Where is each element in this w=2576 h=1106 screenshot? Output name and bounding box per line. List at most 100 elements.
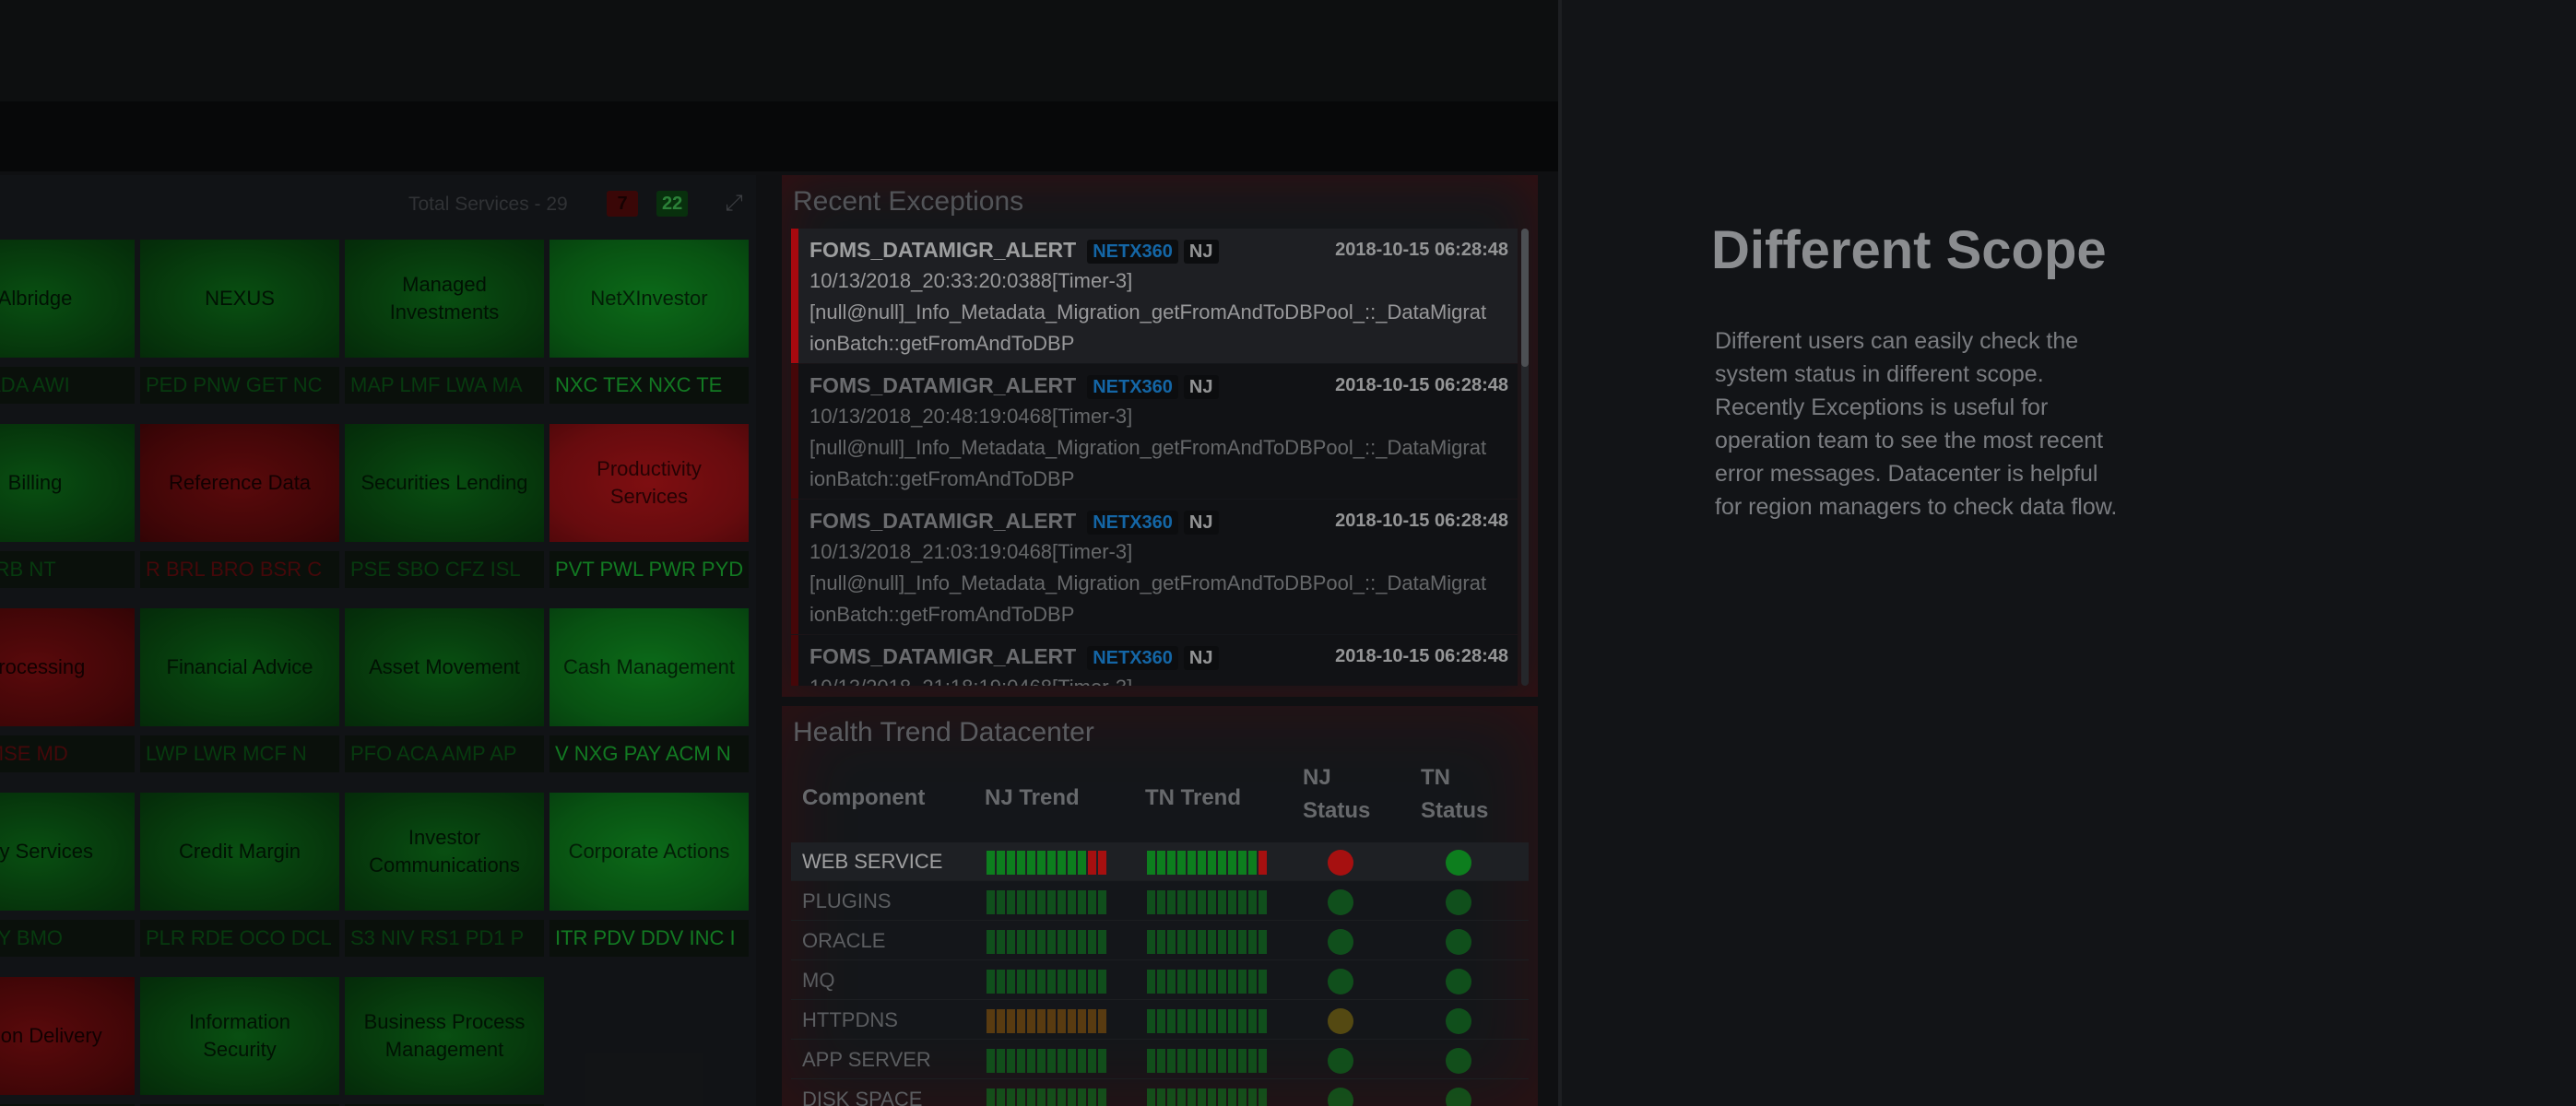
service-row: ody Services TR PAY BMOCredit Margin PLR R… — [0, 793, 756, 977]
trend-segment — [1248, 930, 1257, 954]
service-tile[interactable]: Productivity Services — [549, 424, 749, 542]
service-tile[interactable]: Corporate Actions — [549, 793, 749, 911]
region-tag: NJ — [1183, 375, 1219, 399]
tn-status-icon — [1446, 929, 1471, 955]
trend-segment — [1078, 1088, 1086, 1106]
trend-segment — [1238, 1088, 1247, 1106]
service-tile[interactable]: NetXInvestor — [549, 240, 749, 358]
ok-count-badge[interactable]: 22 — [656, 191, 689, 217]
nj-status-icon — [1328, 1088, 1353, 1106]
service-tile[interactable]: Cash Management — [549, 608, 749, 726]
trend-segment — [1058, 851, 1066, 875]
trend-segment — [1047, 1088, 1056, 1106]
tn-trend-bar — [1147, 1049, 1267, 1073]
service-tile[interactable]: Information Security — [140, 977, 339, 1095]
trend-segment — [1007, 930, 1015, 954]
col-nj-trend: NJ Trend — [985, 785, 1080, 810]
trend-segment — [1258, 1088, 1267, 1106]
exception-message-line: 10/13/2018_21:18:19:0468[Timer-3] — [809, 672, 1508, 686]
trend-segment — [1208, 970, 1216, 994]
service-tile[interactable]: Reference Data — [140, 424, 339, 542]
health-row[interactable]: WEB SERVICE — [791, 842, 1529, 881]
exceptions-scroll-thumb[interactable] — [1521, 229, 1529, 367]
service-tile[interactable]: ody Services — [0, 793, 135, 911]
health-row[interactable]: ORACLE — [791, 922, 1529, 960]
trend-segment — [1078, 970, 1086, 994]
tn-status-icon — [1446, 1048, 1471, 1074]
exception-item[interactable]: FOMS_DATAMIGR_ALERT NETX360 NJ 2018-10-15 0… — [791, 364, 1518, 499]
exception-message-line: [null@null]_Info_Metadata_Migration_getF… — [809, 571, 1487, 594]
trend-segment — [1037, 890, 1046, 914]
region-tag: NJ — [1183, 646, 1219, 670]
trend-segment — [1068, 970, 1076, 994]
region-tag: NJ — [1183, 240, 1219, 264]
trend-segment — [1218, 1049, 1226, 1073]
component-name: DISK SPACE — [802, 1088, 923, 1106]
trend-segment — [1167, 1009, 1176, 1033]
health-row[interactable]: DISK SPACE — [791, 1080, 1529, 1106]
trend-segment — [1248, 890, 1257, 914]
trend-segment — [1238, 1049, 1247, 1073]
exception-item[interactable]: FOMS_DATAMIGR_ALERT NETX360 NJ 2018-10-15 0… — [791, 635, 1518, 686]
exception-item[interactable]: FOMS_DATAMIGR_ALERT NETX360 NJ 2018-10-15 0… — [791, 500, 1518, 634]
nj-status-icon — [1328, 1008, 1353, 1034]
trend-segment — [1188, 970, 1196, 994]
nj-trend-bar — [987, 930, 1106, 954]
error-count-badge[interactable]: 7 — [607, 191, 638, 217]
health-row[interactable]: APP SERVER — [791, 1041, 1529, 1079]
trend-segment — [997, 1009, 1005, 1033]
trend-segment — [1177, 1049, 1186, 1073]
expand-icon[interactable]: ⤢ — [722, 192, 746, 216]
trend-segment — [1177, 851, 1186, 875]
health-row[interactable]: HTTPDNS — [791, 1001, 1529, 1040]
tn-trend-bar — [1147, 930, 1267, 954]
trend-segment — [1068, 1049, 1076, 1073]
component-name: WEB SERVICE — [802, 850, 943, 873]
trend-segment — [1058, 1088, 1066, 1106]
service-tile[interactable]: NEXUS — [140, 240, 339, 358]
service-tile[interactable]: gation Delivery — [0, 977, 135, 1095]
service-codes: V NXG PAY ACM N — [549, 735, 749, 772]
service-tile[interactable]: Processing — [0, 608, 135, 726]
trend-segment — [987, 851, 995, 875]
dashboard-window: Total Services - 29 7 22 ⤢ Albridge ABD A… — [0, 0, 1558, 1106]
service-row: Billing GTC IRB NTReference Data R BRL BRO… — [0, 424, 756, 608]
trend-segment — [1238, 890, 1247, 914]
service-codes: S3 NIV RS1 PD1 P — [345, 920, 544, 957]
trend-segment — [1007, 1088, 1015, 1106]
service-tile[interactable]: Albridge — [0, 240, 135, 358]
exception-message-line: ionBatch::getFromAndToDBP — [809, 467, 1075, 490]
exception-item[interactable]: FOMS_DATAMIGR_ALERT NETX360 NJ 2018-10-15 0… — [791, 229, 1518, 363]
trend-segment — [1027, 1088, 1035, 1106]
trend-segment — [1198, 851, 1206, 875]
trend-segment — [997, 1049, 1005, 1073]
service-tile[interactable]: Managed Investments — [345, 240, 544, 358]
trend-segment — [1047, 1009, 1056, 1033]
trend-segment — [997, 1088, 1005, 1106]
health-row[interactable]: MQ — [791, 961, 1529, 1000]
trend-segment — [1228, 1009, 1236, 1033]
tn-trend-bar — [1147, 851, 1267, 875]
service-tile[interactable]: Investor Communications — [345, 793, 544, 911]
service-tile[interactable]: Asset Movement — [345, 608, 544, 726]
col-tn-status: TN Status — [1421, 765, 1489, 823]
trend-segment — [1218, 970, 1226, 994]
nj-status-icon — [1328, 889, 1353, 915]
service-tile[interactable]: Credit Margin — [140, 793, 339, 911]
recent-exceptions-title: Recent Exceptions — [793, 186, 1024, 217]
trend-segment — [1058, 930, 1066, 954]
service-tile[interactable]: Billing — [0, 424, 135, 542]
trend-segment — [1037, 851, 1046, 875]
trend-segment — [1218, 890, 1226, 914]
trend-segment — [1098, 1049, 1106, 1073]
tn-trend-bar — [1147, 1009, 1267, 1033]
exception-message-line: ionBatch::getFromAndToDBP — [809, 332, 1075, 355]
trend-segment — [1228, 1049, 1236, 1073]
service-tile[interactable]: Securities Lending — [345, 424, 544, 542]
service-tile[interactable]: Business Process Management — [345, 977, 544, 1095]
health-row[interactable]: PLUGINS — [791, 882, 1529, 921]
trend-segment — [1027, 970, 1035, 994]
exception-name: FOMS_DATAMIGR_ALERT — [809, 373, 1077, 397]
service-tile[interactable]: Financial Advice — [140, 608, 339, 726]
exceptions-scrollbar[interactable] — [1521, 229, 1529, 686]
